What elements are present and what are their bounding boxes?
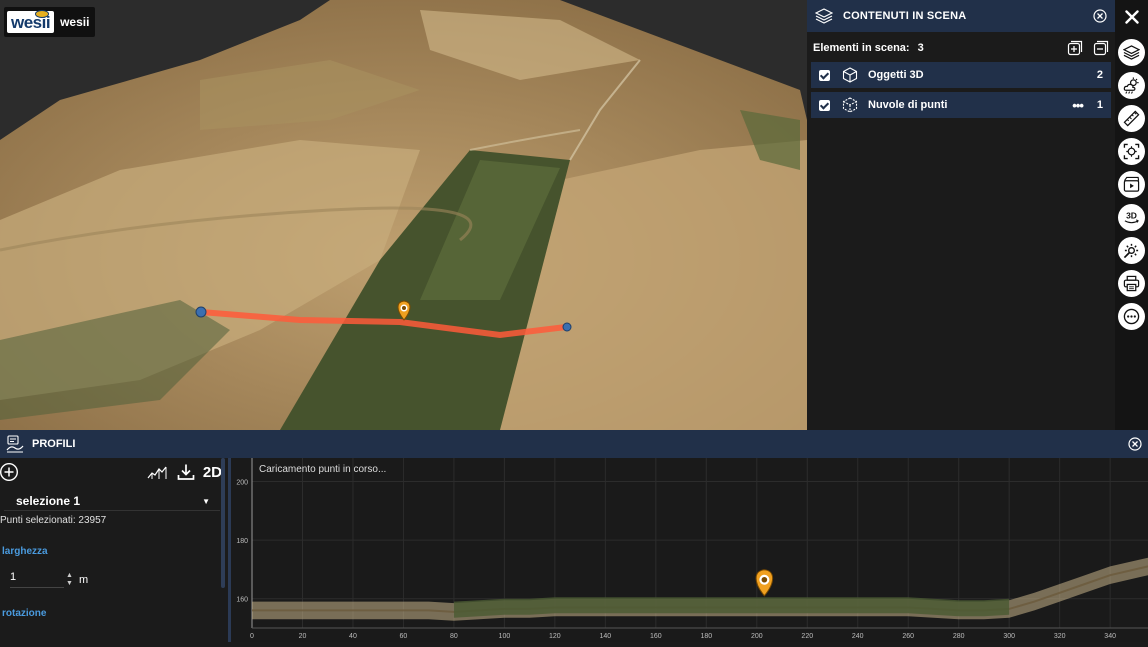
print-icon bbox=[1123, 275, 1140, 292]
tools-icon bbox=[1123, 243, 1139, 259]
width-input[interactable]: 1 bbox=[10, 571, 64, 588]
y-tick-label: 180 bbox=[236, 538, 248, 545]
3d-icon: 3D bbox=[1124, 210, 1139, 224]
x-tick-label: 340 bbox=[1104, 633, 1116, 640]
sidebar-scrollbar[interactable] bbox=[221, 458, 225, 588]
video-button[interactable] bbox=[1118, 171, 1145, 198]
layer-checkbox[interactable] bbox=[819, 69, 830, 81]
more-icon bbox=[1123, 308, 1140, 325]
x-tick-label: 80 bbox=[450, 633, 458, 640]
layers-icon bbox=[1123, 45, 1140, 60]
x-tick-label: 320 bbox=[1054, 633, 1066, 640]
x-tick-label: 20 bbox=[299, 633, 307, 640]
profiles-sidebar: 2D selezione 1 ▼ Punti selezionati: 2395… bbox=[0, 458, 228, 642]
x-tick-label: 180 bbox=[700, 633, 712, 640]
profiles-panel: PROFILI 2D selezione 1 ▼ Punti seleziona… bbox=[0, 430, 1148, 642]
points-selected-text: Punti selezionati: 23957 bbox=[0, 515, 107, 526]
profile-tool-icon bbox=[6, 435, 24, 453]
layer-label: Oggetti 3D bbox=[868, 69, 924, 81]
map-3d-viewport[interactable]: wesii wesii bbox=[0, 0, 807, 430]
rotation-label: rotazione bbox=[2, 608, 47, 619]
elevation-profile-chart[interactable]: 0 20 40 60 80 100 120 140 160 180 200 220 240 260 280 3… bbox=[231, 458, 1148, 642]
profiles-title: PROFILI bbox=[32, 438, 76, 450]
measure-button[interactable] bbox=[1118, 105, 1145, 132]
print-button[interactable] bbox=[1118, 270, 1145, 297]
profile-marker-icon[interactable] bbox=[755, 569, 774, 597]
layers-icon bbox=[815, 8, 833, 24]
x-tick-label: 240 bbox=[852, 633, 864, 640]
profiles-header: PROFILI bbox=[0, 430, 1148, 458]
scene-count-value: 3 bbox=[917, 42, 924, 54]
x-tick-label: 260 bbox=[902, 633, 914, 640]
x-tick-label: 60 bbox=[400, 633, 408, 640]
collapse-all-icon[interactable] bbox=[1093, 40, 1109, 56]
3d-icon-label: 3D bbox=[1126, 210, 1137, 220]
ruler-icon bbox=[1123, 110, 1140, 127]
width-stepper[interactable]: 1 ▲ ▼ m bbox=[10, 571, 228, 588]
point-cloud-icon bbox=[842, 97, 858, 113]
profile-chart-svg[interactable]: 0 20 40 60 80 100 120 140 160 180 200 220 240 260 280 3… bbox=[231, 458, 1148, 642]
weather-icon bbox=[1123, 77, 1139, 94]
scene-panel-header: CONTENUTI IN SCENA bbox=[807, 0, 1115, 32]
2d-mode-button[interactable]: 2D bbox=[203, 464, 222, 481]
layer-count: 2 bbox=[1096, 69, 1103, 81]
layer-row-3d-objects[interactable]: Oggetti 3D 2 bbox=[811, 62, 1111, 88]
3d-mode-button[interactable]: 3D bbox=[1118, 204, 1145, 231]
layer-more-button[interactable]: ••• bbox=[1072, 98, 1084, 113]
download-icon[interactable] bbox=[177, 463, 195, 481]
width-label: larghezza bbox=[2, 546, 48, 557]
layers-button[interactable] bbox=[1118, 39, 1145, 66]
selection-value: selezione 1 bbox=[16, 494, 81, 508]
x-tick-label: 120 bbox=[549, 633, 561, 640]
x-tick-label: 40 bbox=[349, 633, 357, 640]
close-circle-icon[interactable] bbox=[1093, 9, 1107, 23]
close-circle-icon[interactable] bbox=[1128, 437, 1142, 451]
layer-label: Nuvole di punti bbox=[868, 99, 948, 111]
weather-button[interactable] bbox=[1118, 72, 1145, 99]
width-unit: m bbox=[78, 573, 89, 586]
expand-all-icon[interactable] bbox=[1067, 40, 1083, 56]
logo-mark: wesii bbox=[7, 10, 55, 33]
close-icon bbox=[1124, 10, 1139, 24]
y-tick-label: 160 bbox=[236, 597, 248, 604]
tools-button[interactable] bbox=[1118, 237, 1145, 264]
scene-contents-panel: CONTENUTI IN SCENA Elementi in scena: 3 … bbox=[807, 0, 1115, 430]
toolbar-close-button[interactable] bbox=[1115, 2, 1148, 32]
x-tick-label: 300 bbox=[1003, 633, 1015, 640]
stepper-arrows-icon[interactable]: ▲ ▼ bbox=[66, 572, 73, 588]
logo-name: wesii bbox=[60, 15, 90, 29]
right-toolbar: 3D bbox=[1115, 0, 1148, 430]
layer-row-point-clouds[interactable]: Nuvole di punti ••• 1 bbox=[811, 92, 1111, 118]
x-tick-label: 200 bbox=[751, 633, 763, 640]
x-tick-label: 160 bbox=[650, 633, 662, 640]
layer-count: 1 bbox=[1096, 99, 1103, 111]
loading-status: Caricamento punti in corso... bbox=[259, 464, 387, 475]
video-icon bbox=[1123, 176, 1140, 192]
selection-dropdown[interactable]: selezione 1 ▼ bbox=[4, 492, 220, 511]
layer-checkbox[interactable] bbox=[819, 99, 830, 111]
cube-icon bbox=[842, 67, 858, 83]
terrain-render bbox=[0, 0, 807, 430]
elevation-profile-icon[interactable] bbox=[147, 464, 167, 480]
scene-count-label: Elementi in scena: bbox=[813, 42, 910, 54]
x-tick-label: 280 bbox=[953, 633, 965, 640]
add-circle-icon[interactable] bbox=[0, 462, 19, 482]
more-options-button[interactable] bbox=[1118, 303, 1145, 330]
chevron-down-icon: ▼ bbox=[202, 496, 210, 506]
wesii-logo: wesii wesii bbox=[4, 7, 96, 37]
focus-button[interactable] bbox=[1118, 138, 1145, 165]
scene-count-row: Elementi in scena: 3 bbox=[807, 34, 1115, 62]
profiles-tools: 2D bbox=[0, 458, 228, 486]
y-tick-label: 200 bbox=[236, 479, 248, 486]
x-tick-label: 100 bbox=[499, 633, 511, 640]
focus-target-icon bbox=[1123, 143, 1140, 160]
x-tick-label: 0 bbox=[250, 633, 254, 640]
x-tick-label: 140 bbox=[600, 633, 612, 640]
scene-panel-title: CONTENUTI IN SCENA bbox=[843, 10, 967, 22]
x-tick-label: 220 bbox=[801, 633, 813, 640]
